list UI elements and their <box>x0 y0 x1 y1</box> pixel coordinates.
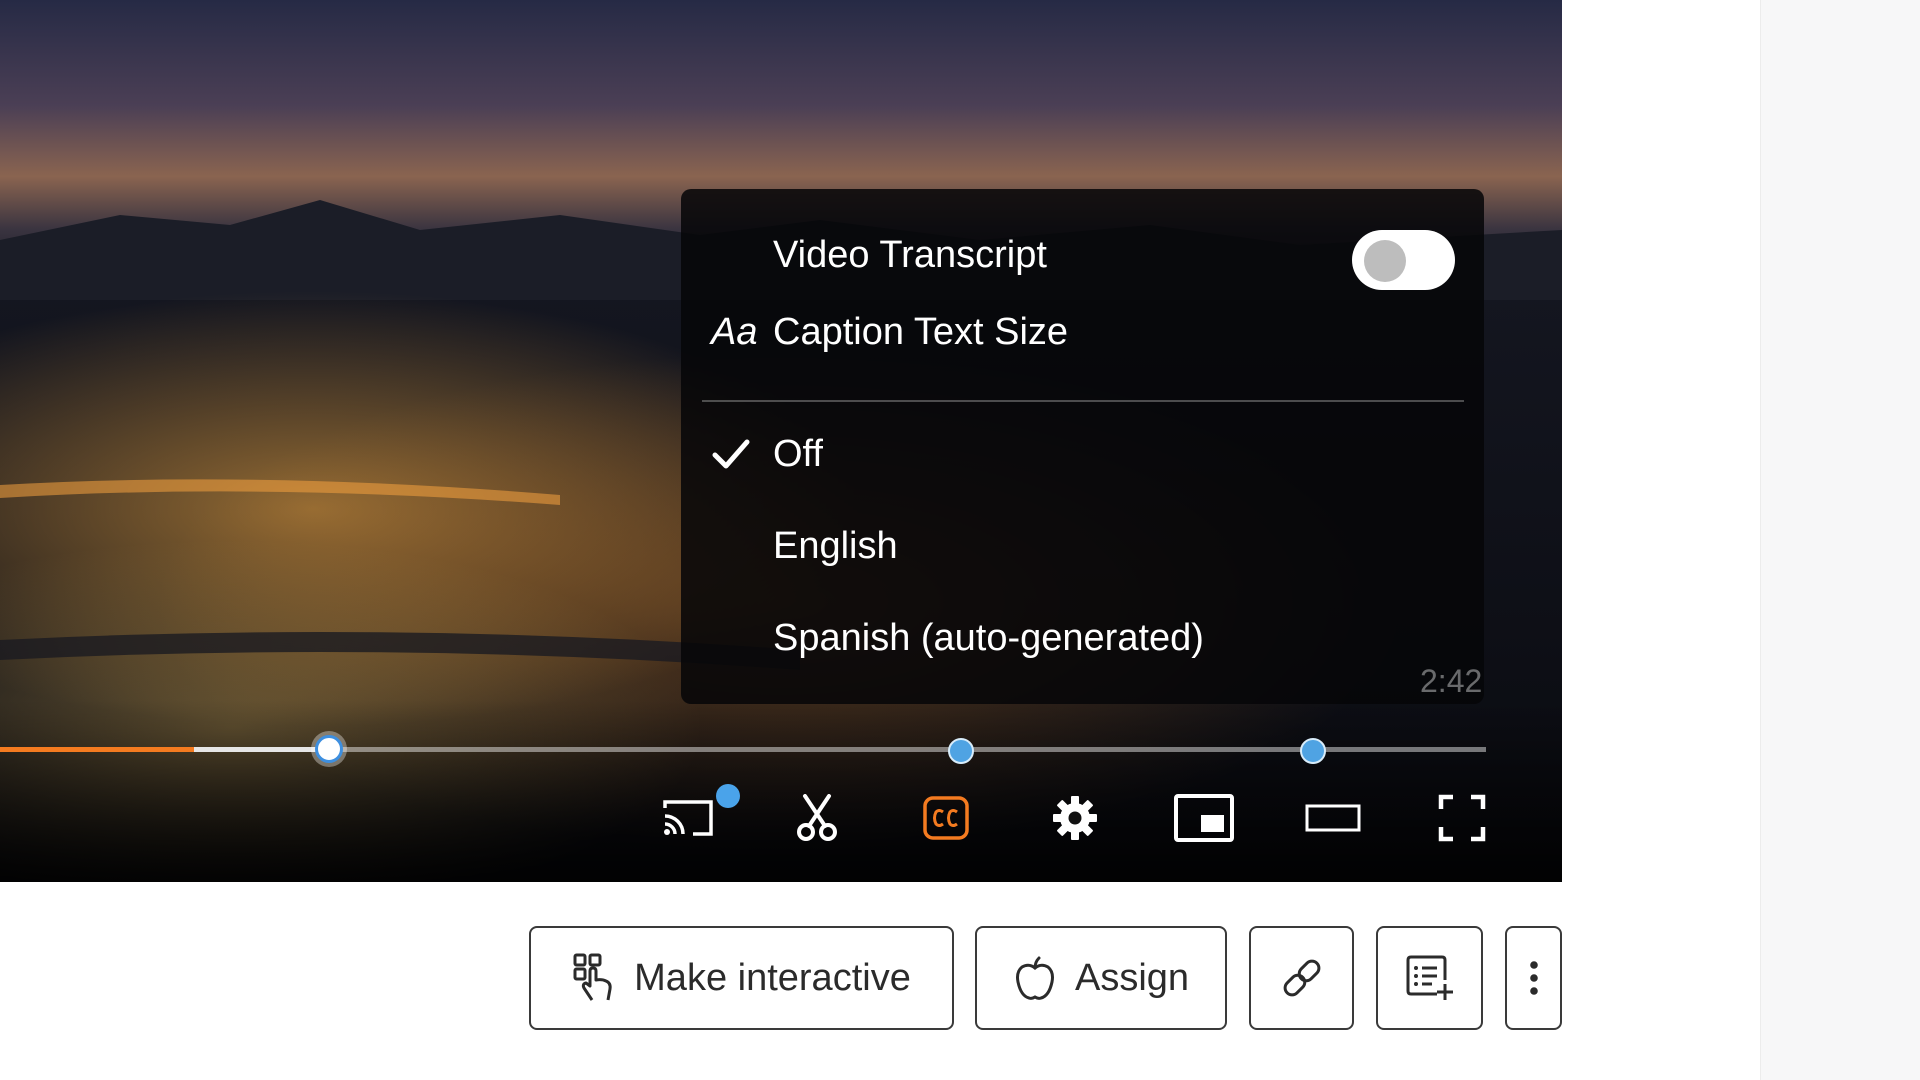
more-options-button[interactable] <box>1505 926 1562 1030</box>
interaction-marker[interactable] <box>948 738 974 764</box>
interaction-marker[interactable] <box>1300 738 1326 764</box>
theater-mode-button[interactable] <box>1301 787 1365 849</box>
settings-button[interactable] <box>1043 787 1107 849</box>
menu-item-caption-text-size[interactable]: Caption Text Size <box>773 309 1068 355</box>
gear-icon <box>1053 796 1097 840</box>
scissors-icon <box>797 794 837 841</box>
notification-dot <box>716 784 740 808</box>
add-to-playlist-button[interactable] <box>1376 926 1483 1030</box>
checkmark-icon <box>712 439 750 469</box>
vertical-dots-icon <box>1529 961 1538 995</box>
miniplayer-icon <box>1174 794 1234 842</box>
right-side-panel <box>1760 0 1920 1080</box>
video-player[interactable]: Video Transcript Aa Caption Text Size Of… <box>0 0 1562 882</box>
progress-played <box>0 747 194 752</box>
caption-option-off[interactable]: Off <box>773 431 823 477</box>
cast-button[interactable] <box>656 787 720 849</box>
cc-icon <box>923 796 969 840</box>
caption-option-spanish[interactable]: Spanish (auto-generated) <box>773 615 1204 661</box>
menu-divider <box>702 400 1464 402</box>
assign-button[interactable]: Assign <box>975 926 1227 1030</box>
time-display: 2:42 <box>1420 663 1483 699</box>
cast-icon <box>663 800 713 836</box>
captions-menu: Video Transcript Aa Caption Text Size Of… <box>681 189 1484 704</box>
assign-label: Assign <box>1074 956 1190 999</box>
caption-option-english[interactable]: English <box>773 523 898 569</box>
clip-button[interactable] <box>785 787 849 849</box>
link-icon <box>1283 959 1320 997</box>
text-size-icon: Aa <box>711 311 758 353</box>
playlist-add-icon <box>1406 955 1453 1000</box>
theater-mode-icon <box>1305 804 1361 832</box>
progress-scrubber[interactable] <box>315 735 343 763</box>
make-interactive-button[interactable]: Make interactive <box>529 926 954 1030</box>
fullscreen-icon <box>1438 794 1486 842</box>
fullscreen-button[interactable] <box>1430 787 1494 849</box>
copy-link-button[interactable] <box>1249 926 1354 1030</box>
toggle-knob <box>1364 240 1406 282</box>
make-interactive-label: Make interactive <box>634 956 911 999</box>
miniplayer-button[interactable] <box>1172 787 1236 849</box>
captions-button[interactable] <box>914 787 978 849</box>
interactive-touch-icon <box>573 953 612 1001</box>
transcript-toggle[interactable] <box>1352 230 1455 290</box>
apple-icon <box>1015 956 1054 1000</box>
menu-item-video-transcript[interactable]: Video Transcript <box>773 232 1047 278</box>
